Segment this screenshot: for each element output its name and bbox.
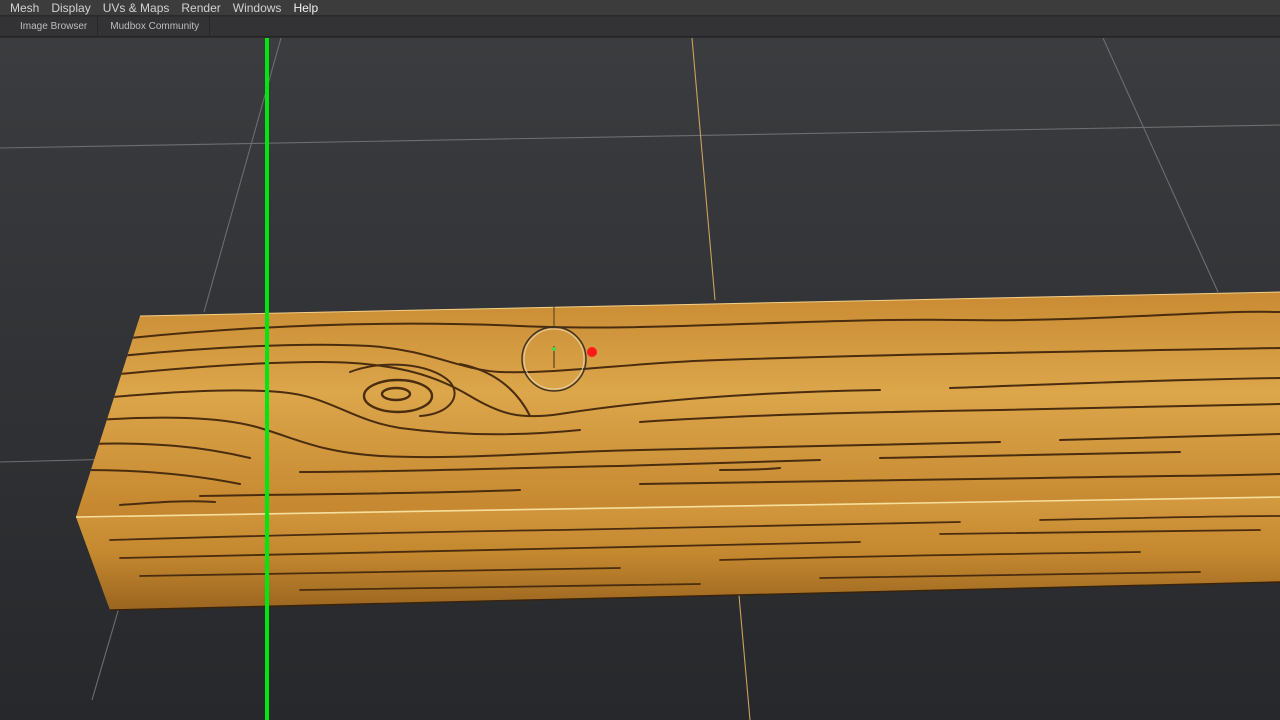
menu-mesh[interactable]: Mesh	[4, 0, 45, 16]
menu-uvs-maps[interactable]: UVs & Maps	[97, 0, 176, 16]
red-point-marker-icon	[587, 347, 597, 357]
3d-viewport[interactable]	[0, 38, 1280, 720]
menu-bar: Mesh Display UVs & Maps Render Windows H…	[0, 0, 1280, 16]
green-split-line[interactable]	[265, 38, 269, 720]
menu-display[interactable]: Display	[45, 0, 96, 16]
panel-tab-bar: Image Browser Mudbox Community	[0, 16, 1280, 37]
menu-render[interactable]: Render	[175, 0, 226, 16]
viewport-canvas[interactable]	[0, 38, 1280, 720]
menu-windows[interactable]: Windows	[227, 0, 288, 16]
tab-image-browser[interactable]: Image Browser	[10, 16, 99, 37]
wood-plank-mesh[interactable]	[75, 291, 1280, 611]
tab-mudbox-community[interactable]: Mudbox Community	[100, 16, 211, 37]
mudbox-window: Mesh Display UVs & Maps Render Windows H…	[0, 0, 1280, 720]
menu-help[interactable]: Help	[287, 0, 324, 16]
